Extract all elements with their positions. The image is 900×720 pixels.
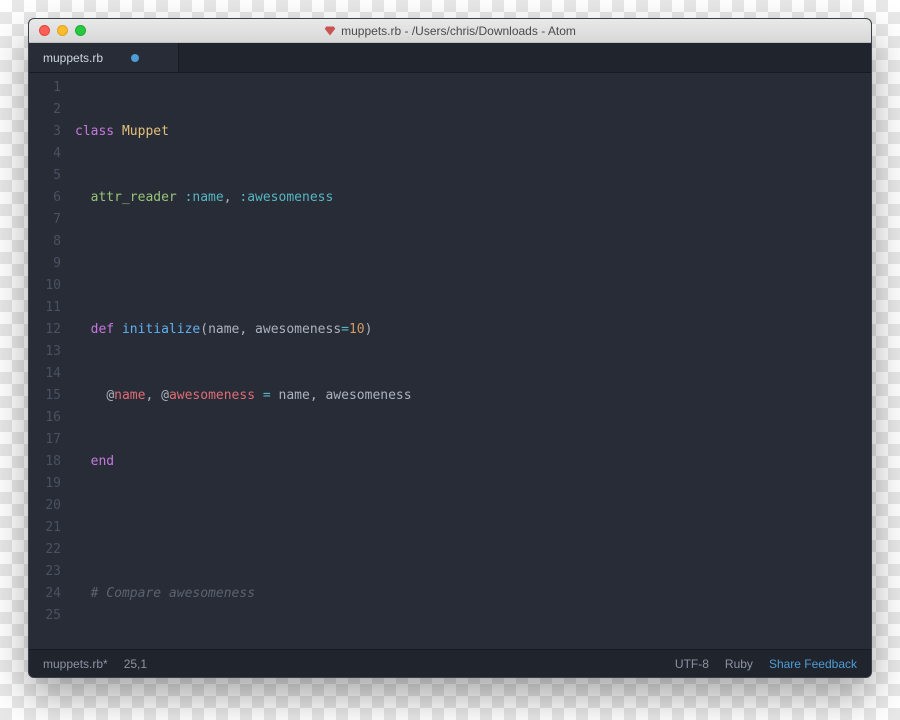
code-line: attr_reader :name, :awesomeness — [75, 187, 871, 209]
line-number: 5 — [29, 165, 61, 187]
window-title-text: muppets.rb - /Users/chris/Downloads - At… — [341, 24, 576, 38]
line-number: 16 — [29, 407, 61, 429]
line-number: 4 — [29, 143, 61, 165]
code-line: class Muppet — [75, 121, 871, 143]
tab-bar: muppets.rb — [29, 43, 871, 73]
code-line: def initialize(name, awesomeness=10) — [75, 319, 871, 341]
editor-window: muppets.rb - /Users/chris/Downloads - At… — [28, 18, 872, 678]
line-number: 22 — [29, 539, 61, 561]
tab-muppets-rb[interactable]: muppets.rb — [29, 43, 179, 72]
code-line: # Compare awesomeness — [75, 583, 871, 605]
code-line — [75, 517, 871, 539]
line-number: 24 — [29, 583, 61, 605]
line-number: 13 — [29, 341, 61, 363]
line-number: 8 — [29, 231, 61, 253]
close-icon[interactable] — [39, 25, 50, 36]
line-number: 2 — [29, 99, 61, 121]
titlebar[interactable]: muppets.rb - /Users/chris/Downloads - At… — [29, 19, 871, 43]
share-feedback-link[interactable]: Share Feedback — [769, 657, 857, 671]
editor-area[interactable]: 1234567891011121314151617181920212223242… — [29, 73, 871, 649]
line-number: 6 — [29, 187, 61, 209]
line-number: 20 — [29, 495, 61, 517]
window-title: muppets.rb - /Users/chris/Downloads - At… — [29, 24, 871, 38]
modified-indicator-icon — [131, 54, 139, 62]
line-number: 11 — [29, 297, 61, 319]
minimize-icon[interactable] — [57, 25, 68, 36]
code-content[interactable]: class Muppet attr_reader :name, :awesome… — [75, 77, 871, 649]
status-file[interactable]: muppets.rb* — [43, 657, 108, 671]
line-number: 7 — [29, 209, 61, 231]
line-number: 15 — [29, 385, 61, 407]
tab-label: muppets.rb — [43, 51, 103, 65]
line-number: 10 — [29, 275, 61, 297]
line-number: 14 — [29, 363, 61, 385]
status-bar: muppets.rb* 25,1 UTF-8 Ruby Share Feedba… — [29, 649, 871, 677]
line-number: 25 — [29, 605, 61, 627]
code-line: @name, @awesomeness = name, awesomeness — [75, 385, 871, 407]
line-number: 18 — [29, 451, 61, 473]
code-line — [75, 253, 871, 275]
line-number: 1 — [29, 77, 61, 99]
code-line: end — [75, 451, 871, 473]
line-number: 21 — [29, 517, 61, 539]
status-cursor-position[interactable]: 25,1 — [124, 657, 147, 671]
line-number: 23 — [29, 561, 61, 583]
line-number: 17 — [29, 429, 61, 451]
zoom-icon[interactable] — [75, 25, 86, 36]
line-number: 19 — [29, 473, 61, 495]
ruby-file-icon — [324, 25, 336, 37]
line-number: 12 — [29, 319, 61, 341]
status-language[interactable]: Ruby — [725, 657, 753, 671]
line-number-gutter: 1234567891011121314151617181920212223242… — [29, 77, 75, 649]
status-encoding[interactable]: UTF-8 — [675, 657, 709, 671]
line-number: 3 — [29, 121, 61, 143]
line-number: 9 — [29, 253, 61, 275]
window-controls — [29, 25, 86, 36]
